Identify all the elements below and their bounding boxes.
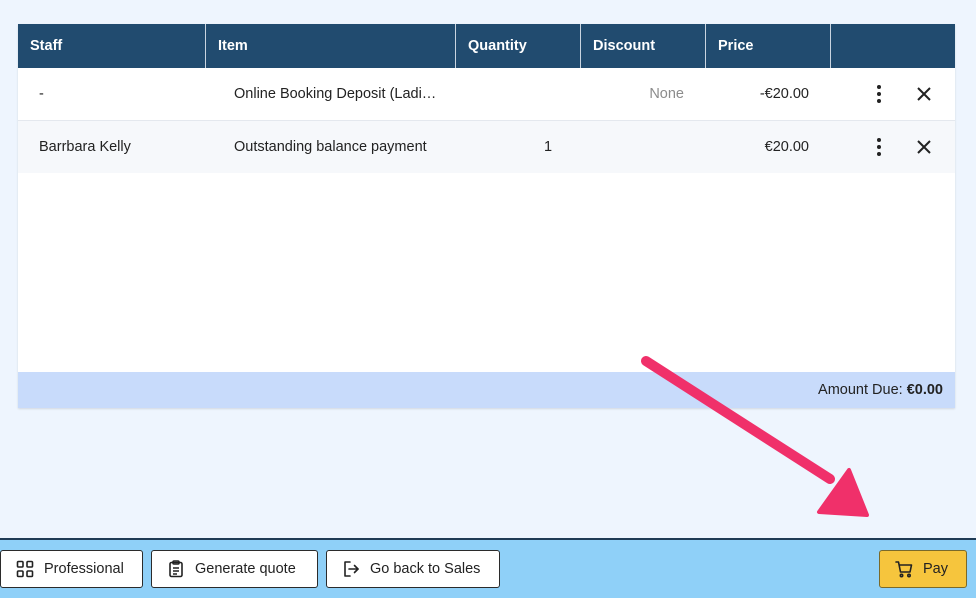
pay-label: Pay	[923, 561, 948, 577]
bottom-action-bar: Professional Generate quote Go back to S…	[0, 538, 976, 598]
professional-button[interactable]: Professional	[0, 550, 143, 588]
row-price: €20.00	[764, 139, 809, 155]
header-actions	[831, 24, 955, 68]
generate-quote-label: Generate quote	[195, 561, 296, 577]
table-header: Staff Item Quantity Discount Price	[18, 24, 955, 68]
amount-due-label: Amount Due:	[818, 382, 903, 398]
professional-label: Professional	[44, 561, 124, 577]
row-item: Outstanding balance payment	[234, 139, 427, 155]
header-price: Price	[706, 24, 831, 68]
close-icon[interactable]	[914, 84, 934, 104]
header-staff: Staff	[18, 24, 206, 68]
go-back-to-sales-button[interactable]: Go back to Sales	[326, 550, 500, 588]
row-staff: Barrbara Kelly	[39, 139, 131, 155]
logout-arrow-icon	[342, 560, 360, 578]
table-row: Barrbara Kelly Outstanding balance payme…	[18, 121, 955, 173]
row-discount: None	[649, 86, 684, 102]
clipboard-icon	[167, 560, 185, 578]
generate-quote-button[interactable]: Generate quote	[151, 550, 318, 588]
row-quantity: 1	[544, 139, 553, 155]
sale-items-table: Staff Item Quantity Discount Price - Onl…	[18, 24, 955, 408]
table-row: - Online Booking Deposit (Ladi… None -€2…	[18, 68, 955, 121]
grid-icon	[16, 560, 34, 578]
row-price: -€20.00	[759, 86, 809, 102]
amount-due-value: €0.00	[906, 382, 943, 398]
kebab-menu-icon[interactable]	[875, 85, 883, 103]
row-item: Online Booking Deposit (Ladi…	[234, 86, 437, 102]
amount-due: Amount Due: €0.00	[818, 372, 943, 408]
go-back-label: Go back to Sales	[370, 561, 481, 577]
amount-due-row: Amount Due: €0.00	[18, 372, 955, 408]
close-icon[interactable]	[914, 137, 934, 157]
kebab-menu-icon[interactable]	[875, 138, 883, 156]
header-quantity: Quantity	[456, 24, 581, 68]
row-staff: -	[39, 86, 44, 102]
pay-button[interactable]: Pay	[879, 550, 967, 588]
header-item: Item	[206, 24, 456, 68]
header-discount: Discount	[581, 24, 706, 68]
cart-icon	[895, 560, 913, 578]
